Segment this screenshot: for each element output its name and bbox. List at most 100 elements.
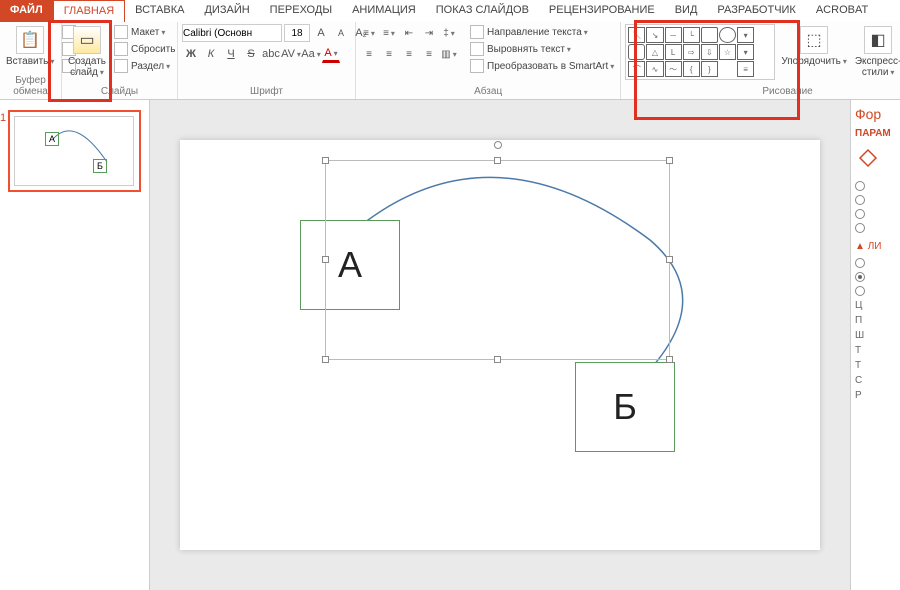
text-direction-button[interactable]: Направление текста xyxy=(468,24,616,40)
spacing-button[interactable]: AV xyxy=(282,45,300,63)
pane-field[interactable]: С xyxy=(855,373,896,388)
shape-line2-icon[interactable]: ─ xyxy=(665,27,682,43)
case-button[interactable]: Aa xyxy=(302,45,320,63)
resize-handle[interactable] xyxy=(494,356,501,363)
paste-button[interactable]: 📋 Вставить xyxy=(4,24,56,69)
quick-styles-button[interactable]: ◧ Экспресс- стили xyxy=(853,24,900,80)
shape-rect-icon[interactable] xyxy=(701,27,718,43)
shadow-button[interactable]: abc xyxy=(262,45,280,63)
shape-arrow-icon[interactable]: ↘ xyxy=(646,27,663,43)
columns-button[interactable]: ▥ xyxy=(440,45,458,63)
shape-brace1-icon[interactable]: { xyxy=(683,61,700,77)
format-pane: Фор ПАРАМ ▲ ЛИ Ц П Ш Т Т С Р xyxy=(850,100,900,590)
shape-curve3-icon[interactable]: ～ xyxy=(665,61,682,77)
pane-field[interactable]: Т xyxy=(855,343,896,358)
fill-tab-icon[interactable] xyxy=(855,145,881,171)
tab-animation[interactable]: АНИМАЦИЯ xyxy=(342,0,426,22)
shape-box-b[interactable]: Б xyxy=(575,362,675,452)
slide-thumbnail-1[interactable]: 1 А Б xyxy=(8,110,141,192)
shape-star-icon[interactable]: ☆ xyxy=(719,44,736,60)
new-slide-button[interactable]: ▭ Создать слайд xyxy=(66,24,108,80)
shape-brace2-icon[interactable]: } xyxy=(701,61,718,77)
option-radio[interactable] xyxy=(855,221,896,235)
pane-field[interactable]: Р xyxy=(855,388,896,403)
pane-field[interactable]: Ц xyxy=(855,298,896,313)
font-name-input[interactable] xyxy=(182,24,282,42)
tab-file[interactable]: ФАЙЛ xyxy=(0,0,53,22)
shape-curve2-icon[interactable]: ∿ xyxy=(646,61,663,77)
option-radio[interactable] xyxy=(855,207,896,221)
numbers-button[interactable]: ≡ xyxy=(380,24,398,42)
tab-slideshow[interactable]: ПОКАЗ СЛАЙДОВ xyxy=(426,0,539,22)
tab-acrobat[interactable]: ACROBAT xyxy=(806,0,878,22)
format-pane-tab[interactable]: ПАРАМ xyxy=(855,128,896,139)
shape-l-icon[interactable]: L xyxy=(665,44,682,60)
option-radio[interactable] xyxy=(855,256,896,270)
smartart-button[interactable]: Преобразовать в SmartArt xyxy=(468,58,616,74)
strike-button[interactable]: S xyxy=(242,45,260,63)
smartart-icon xyxy=(470,59,484,73)
option-radio[interactable] xyxy=(855,284,896,298)
shape-roundrect-icon[interactable] xyxy=(628,44,645,60)
grow-font-button[interactable]: A xyxy=(312,24,330,42)
arrange-button[interactable]: ⬚ Упорядочить xyxy=(779,24,849,69)
tab-design[interactable]: ДИЗАЙН xyxy=(194,0,259,22)
rotate-handle[interactable] xyxy=(494,141,502,149)
resize-handle[interactable] xyxy=(322,157,329,164)
shape-arrow3-icon[interactable]: ⇩ xyxy=(701,44,718,60)
layout-icon xyxy=(114,25,128,39)
font-size-input[interactable] xyxy=(284,24,310,42)
justify-button[interactable]: ≡ xyxy=(420,45,438,63)
font-color-button[interactable]: A xyxy=(322,45,340,63)
underline-button[interactable]: Ч xyxy=(222,45,240,63)
resize-handle[interactable] xyxy=(322,356,329,363)
tab-insert[interactable]: ВСТАВКА xyxy=(125,0,194,22)
resize-handle[interactable] xyxy=(322,256,329,263)
align-center-button[interactable]: ≡ xyxy=(380,45,398,63)
dedent-button[interactable]: ⇤ xyxy=(400,24,418,42)
align-right-button[interactable]: ≡ xyxy=(400,45,418,63)
bold-button[interactable]: Ж xyxy=(182,45,200,63)
tab-home[interactable]: ГЛАВНАЯ xyxy=(53,0,125,22)
group-slides: ▭ Создать слайд Макет Сбросить Раздел Сл… xyxy=(62,22,178,99)
shapes-gallery[interactable]: ＼ ↘ ─ └ ▾ △ L ⇨ ⇩ ☆ ▾ ⌒ ∿ ～ { } xyxy=(625,24,775,80)
option-radio[interactable] xyxy=(855,193,896,207)
shape-more1-icon[interactable]: ▾ xyxy=(737,27,754,43)
shrink-font-button[interactable]: A xyxy=(332,24,350,42)
shape-oval-icon[interactable] xyxy=(719,27,736,43)
line-spacing-button[interactable]: ‡ xyxy=(440,24,458,42)
reset-button[interactable]: Сбросить xyxy=(112,41,177,57)
resize-handle[interactable] xyxy=(666,356,673,363)
slide-canvas[interactable]: А Б xyxy=(150,100,850,590)
italic-button[interactable]: К xyxy=(202,45,220,63)
bullets-button[interactable]: ≡ xyxy=(360,24,378,42)
tab-developer[interactable]: РАЗРАБОТЧИК xyxy=(707,0,805,22)
section-button[interactable]: Раздел xyxy=(112,58,177,74)
option-radio[interactable] xyxy=(855,270,896,284)
tab-review[interactable]: РЕЦЕНЗИРОВАНИЕ xyxy=(539,0,665,22)
align-left-button[interactable]: ≡ xyxy=(360,45,378,63)
indent-button[interactable]: ⇥ xyxy=(420,24,438,42)
pane-field[interactable]: Ш xyxy=(855,328,896,343)
pane-field[interactable]: Т xyxy=(855,358,896,373)
option-radio[interactable] xyxy=(855,179,896,193)
resize-handle[interactable] xyxy=(666,256,673,263)
resize-handle[interactable] xyxy=(666,157,673,164)
shape-line-icon[interactable]: ＼ xyxy=(628,27,645,43)
shape-arrow2-icon[interactable]: ⇨ xyxy=(683,44,700,60)
shape-expand-icon[interactable]: ≡ xyxy=(737,61,754,77)
shape-more2-icon[interactable]: ▾ xyxy=(737,44,754,60)
tab-view[interactable]: ВИД xyxy=(665,0,708,22)
selection-box[interactable] xyxy=(325,160,670,360)
layout-button[interactable]: Макет xyxy=(112,24,177,40)
resize-handle[interactable] xyxy=(494,157,501,164)
shape-connector-icon[interactable]: └ xyxy=(683,27,700,43)
align-text-button[interactable]: Выровнять текст xyxy=(468,41,616,57)
pane-field[interactable]: П xyxy=(855,313,896,328)
tab-transitions[interactable]: ПЕРЕХОДЫ xyxy=(260,0,342,22)
arrange-icon: ⬚ xyxy=(800,26,828,54)
shape-curve1-icon[interactable]: ⌒ xyxy=(628,61,645,77)
group-font: A A A₂ Ж К Ч S abc AV Aa A Шрифт xyxy=(178,22,356,99)
line-section-label[interactable]: ▲ ЛИ xyxy=(855,241,896,252)
shape-triangle-icon[interactable]: △ xyxy=(646,44,663,60)
